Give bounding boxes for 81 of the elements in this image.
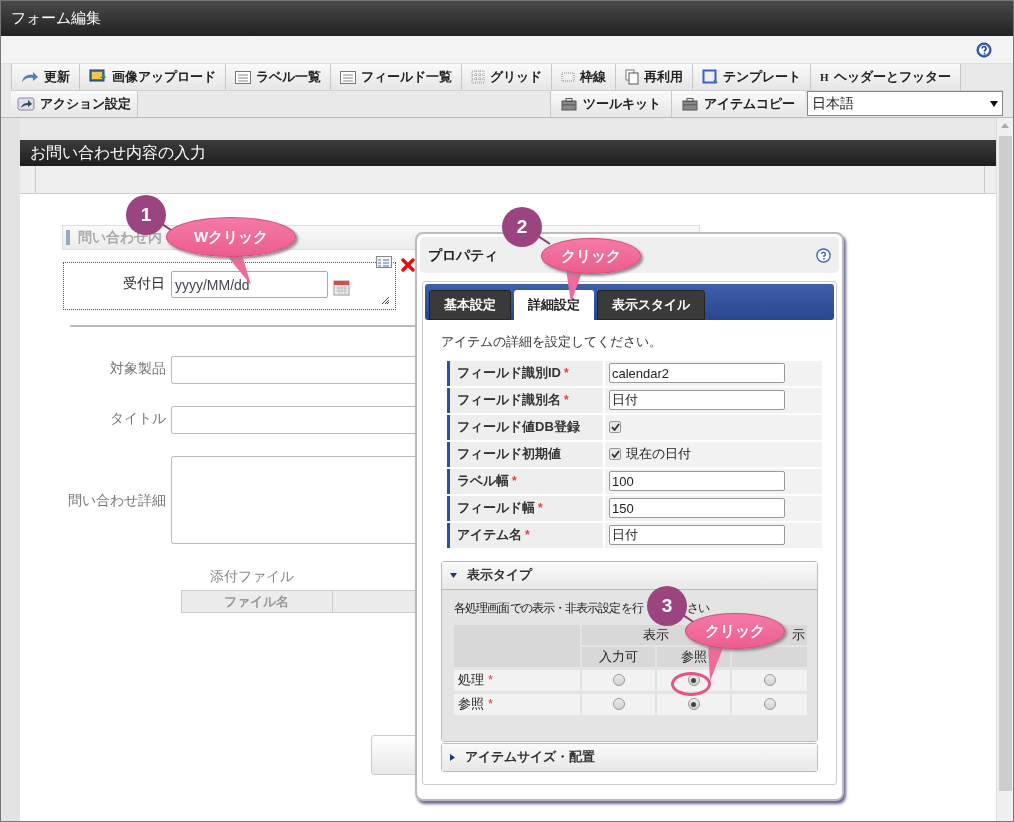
checkbox[interactable] (609, 448, 621, 460)
required-mark: * (564, 392, 569, 409)
section-header[interactable]: 表示タイプ (442, 561, 817, 589)
scrollbar[interactable] (996, 118, 1013, 821)
expanded-caret-icon (450, 572, 457, 578)
intro-text: アイテムの詳細を設定してください。 (441, 333, 663, 351)
frame-icon (702, 69, 718, 85)
text-input[interactable]: 150 (609, 498, 785, 518)
field-label: 受付日 (122, 274, 166, 293)
required-mark: * (525, 527, 530, 544)
resize-grip-icon[interactable] (382, 297, 389, 304)
property-label-cell: フィールド識別名 * (447, 387, 603, 413)
toolbar-button[interactable]: アクション設定 (11, 91, 138, 117)
toolbar-button[interactable]: アイテムコピー (671, 91, 805, 117)
table-layout-icon[interactable] (376, 256, 392, 268)
toolbar-button[interactable]: 更新 (11, 64, 80, 90)
help-icon[interactable] (976, 41, 992, 58)
required-mark: * (512, 473, 517, 490)
field-label: 対象製品 (109, 359, 167, 378)
tab[interactable]: 基本設定 (429, 290, 511, 320)
column-header: 入力可 (582, 646, 655, 667)
toolbar-button[interactable]: フィールド一覧 (331, 64, 462, 90)
required-mark: * (488, 695, 494, 714)
text-input[interactable]: 日付 (609, 390, 785, 410)
section-header[interactable]: アイテムサイズ・配置 (442, 743, 817, 771)
list-icon (340, 70, 356, 84)
required-mark: * (488, 671, 494, 690)
text-input[interactable]: calendar2 (609, 363, 785, 383)
toolbar-button[interactable]: 枠線 (552, 64, 616, 90)
column-header: ファイル名 (181, 590, 333, 613)
checkbox[interactable] (609, 421, 621, 433)
property-label-cell: アイテム名 * (447, 522, 603, 548)
radio-button[interactable] (763, 674, 776, 686)
highlight-ring (671, 672, 711, 696)
property-label-cell: フィールド幅 * (447, 495, 603, 521)
radio-button[interactable] (612, 674, 625, 686)
row-label: 処理 (458, 671, 484, 690)
grid-icon (471, 70, 485, 84)
calendar-icon[interactable] (333, 278, 350, 296)
toolbox-icon (561, 97, 577, 111)
form-title: お問い合わせ内容の入力 (30, 143, 206, 163)
attachment-label: 添付ファイル (210, 568, 294, 584)
toolbar-button[interactable]: グリッド (462, 64, 552, 90)
field-label: 問い合わせ詳細 (67, 490, 167, 510)
text-input[interactable]: 日付 (609, 525, 785, 545)
radio-button[interactable] (687, 698, 700, 710)
dotted-frame-icon (561, 71, 575, 83)
tab[interactable]: 表示スタイル (597, 290, 705, 320)
toolbar-button[interactable]: テンプレート (693, 64, 811, 90)
document-copy-icon (625, 69, 639, 85)
toolbox-icon (682, 97, 698, 111)
toolbar-button[interactable]: 再利用 (616, 64, 693, 90)
note-text: 各処理画面での表示・非表示設定を行 (454, 599, 643, 617)
date-input[interactable]: yyyy/MM/dd (171, 271, 328, 298)
text-input[interactable]: 100 (609, 471, 785, 491)
radio-button[interactable] (612, 698, 625, 710)
property-label-cell: ラベル幅 * (447, 468, 603, 494)
dialog-title: プロパティ (428, 245, 498, 265)
toolbar-button[interactable]: H ヘッダーとフッター (811, 64, 961, 90)
toolbar-button[interactable]: ラベル一覧 (226, 64, 331, 90)
required-mark: * (538, 500, 543, 517)
help-icon[interactable] (816, 247, 831, 263)
language-select[interactable]: 日本語 (807, 91, 1003, 116)
property-label-cell: フィールド初期値 (447, 441, 603, 467)
row-label: 参照 (458, 695, 484, 714)
window-title: フォーム編集 (11, 8, 101, 29)
property-label-cell: フィールド値DB登録 (447, 414, 603, 440)
tab[interactable]: 詳細設定 (514, 290, 594, 320)
toolbar-button[interactable]: 画像アップロード (80, 64, 226, 90)
field-label: タイトル (109, 409, 167, 428)
header-glyph-icon: H (820, 68, 829, 86)
refresh-arrow-icon (21, 70, 39, 84)
checkbox-label: 現在の日付 (626, 445, 691, 464)
dropdown-arrow-icon (990, 100, 998, 107)
list-icon (235, 70, 251, 84)
toolbar-button[interactable]: ツールキット (550, 91, 671, 117)
radio-button[interactable] (763, 698, 776, 710)
required-mark: * (564, 365, 569, 382)
delete-icon[interactable] (401, 258, 415, 272)
property-label-cell: フィールド識別ID * (447, 360, 603, 386)
image-upload-icon (89, 69, 107, 85)
